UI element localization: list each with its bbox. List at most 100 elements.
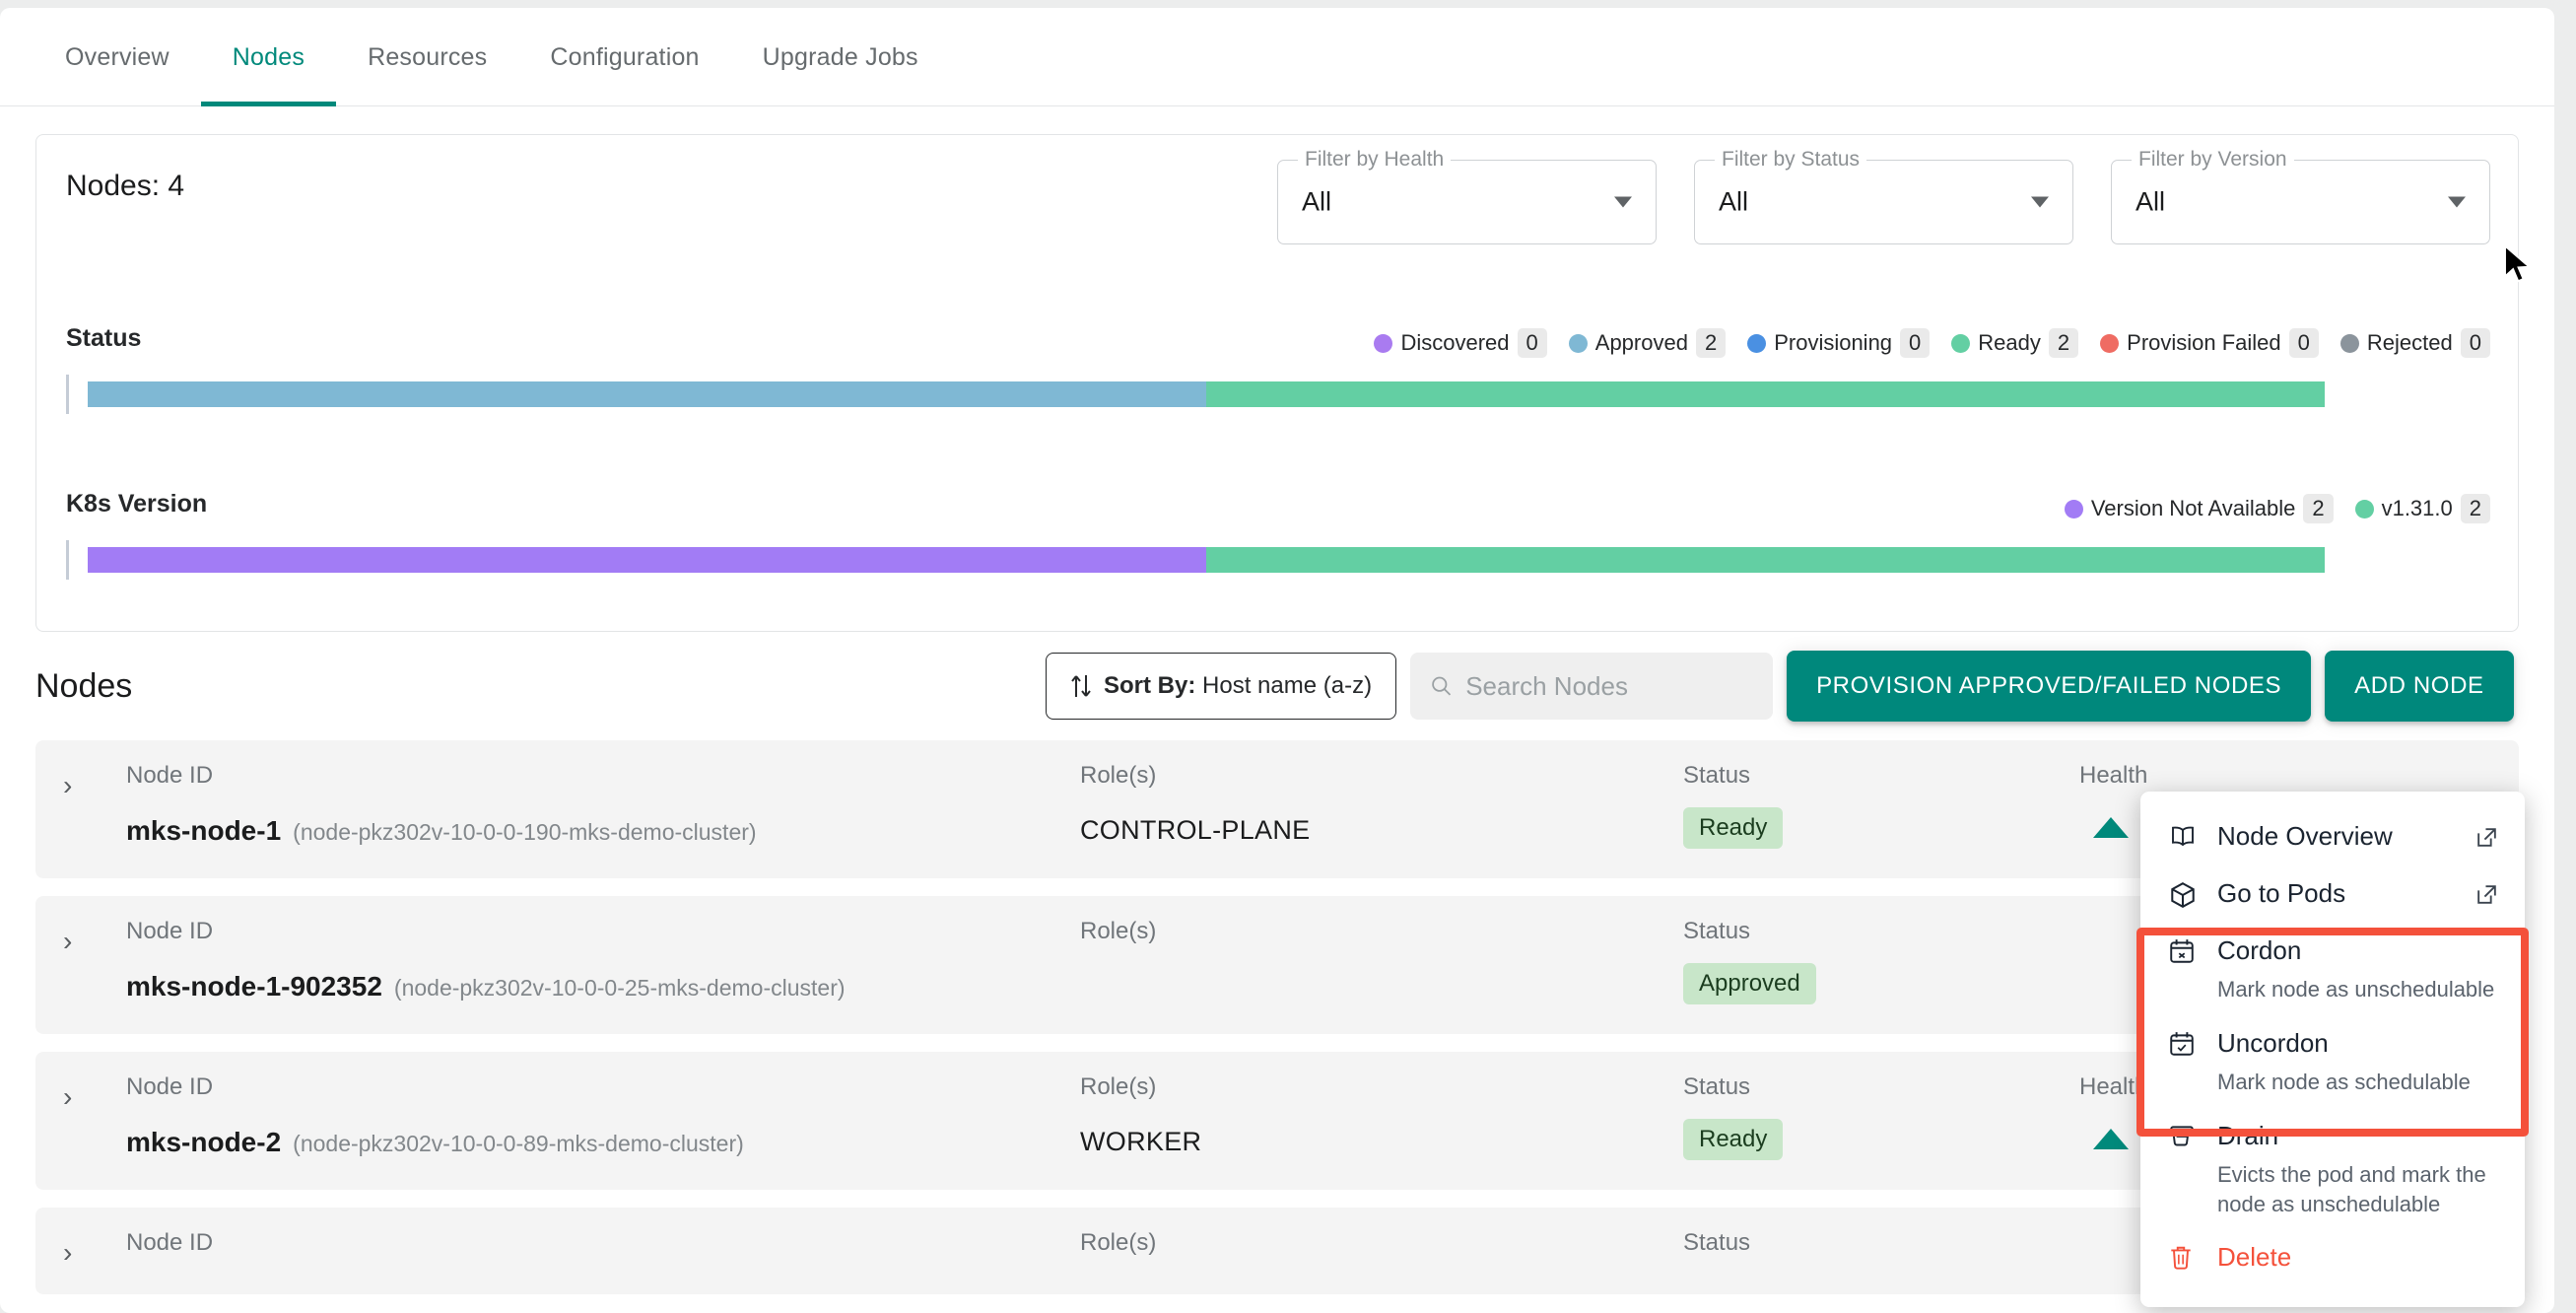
legend-item[interactable]: Provision Failed 0	[2100, 328, 2319, 358]
legend-count: 0	[2460, 328, 2490, 358]
legend-dot-rejected	[2339, 333, 2359, 353]
node-host: (node-pkz302v-10-0-0-25-mks-demo-cluster…	[393, 975, 846, 1001]
chevron-right-icon[interactable]: ›	[63, 1083, 72, 1111]
menu-item-label: Uncordon	[2217, 1027, 2329, 1058]
nodes-count: Nodes: 4	[66, 170, 185, 202]
menu-item-node-overview[interactable]: Node Overview	[2140, 809, 2525, 866]
legend-dot-discovered	[1374, 333, 1393, 353]
node-role: WORKER	[1080, 1127, 1202, 1156]
node-health-cell: Health	[2079, 762, 2147, 838]
search-box[interactable]	[1410, 653, 1774, 720]
menu-item-label: Drain	[2217, 1120, 2279, 1150]
filter-health-value: All	[1302, 186, 1332, 217]
node-id-cell: Node ID mks-node-1-902352 (node-pkz302v-1…	[126, 918, 846, 1002]
tab-nodes[interactable]: Nodes	[200, 8, 337, 106]
column-header-roles: Role(s)	[1080, 762, 1157, 789]
status-badge: Ready	[1683, 1119, 1784, 1160]
menu-item-uncordon[interactable]: Uncordon Mark node as schedulable	[2140, 1016, 2525, 1109]
search-input[interactable]	[1465, 670, 1754, 702]
menu-item-delete[interactable]: Delete	[2140, 1230, 2525, 1284]
book-icon	[2168, 823, 2202, 851]
legend-dot-version-not-available	[2064, 499, 2083, 518]
column-header-node-id: Node ID	[126, 1229, 214, 1256]
menu-item-cordon[interactable]: Cordon Mark node as unschedulable	[2140, 924, 2525, 1016]
bar-track	[88, 547, 2325, 573]
search-icon	[1432, 676, 1452, 696]
legend-item[interactable]: Approved 2	[1568, 328, 1727, 358]
node-id-cell: Node ID	[126, 1229, 213, 1257]
legend-count: 0	[2288, 328, 2319, 358]
column-header-roles: Role(s)	[1080, 1073, 1157, 1100]
calendar-check-icon	[2168, 1030, 2202, 1058]
legend-item[interactable]: v1.31.0 2	[2354, 494, 2490, 523]
legend-dot-approved	[1568, 333, 1588, 353]
node-role: CONTROL-PLANE	[1080, 815, 1311, 845]
node-health-cell: Health	[2079, 1073, 2147, 1149]
legend-item[interactable]: Discovered 0	[1374, 328, 1547, 358]
menu-item-description: Mark node as unschedulable	[2217, 977, 2495, 1002]
legend-count: 2	[2048, 328, 2079, 358]
filter-status-value: All	[1719, 186, 1749, 217]
tab-label: Overview	[65, 42, 169, 71]
mouse-cursor	[2503, 243, 2533, 291]
column-header-roles: Role(s)	[1080, 1229, 1157, 1256]
node-role-cell: Role(s)	[1080, 918, 1156, 971]
legend-dot-provision-failed	[2100, 333, 2120, 353]
node-id-cell: Node ID mks-node-2 (node-pkz302v-10-0-0-8…	[126, 1073, 744, 1158]
external-link-icon	[2474, 882, 2499, 912]
chevron-right-icon[interactable]: ›	[63, 928, 72, 955]
legend-item[interactable]: Ready 2	[1951, 328, 2079, 358]
nodes-toolbar: Sort By: Host name (a-z) PROVISION APPRO…	[1046, 651, 2514, 722]
bar-axis	[66, 375, 69, 414]
tab-overview[interactable]: Overview	[34, 8, 201, 106]
filter-by-health[interactable]: Filter by Health All	[1277, 148, 1657, 244]
node-role-cell: Role(s)	[1080, 1229, 1156, 1257]
filter-by-version[interactable]: Filter by Version All	[2111, 148, 2490, 244]
status-distribution: Status Discovered 0 Approved 2 Provision…	[36, 324, 2518, 414]
add-node-button[interactable]: ADD NODE	[2325, 651, 2514, 722]
sort-prefix: Sort By:	[1104, 672, 1196, 699]
column-header-health: Health	[2079, 1073, 2148, 1100]
tab-label: Nodes	[232, 42, 305, 71]
legend-label: Provisioning	[1774, 330, 1893, 355]
legend-count: 0	[1517, 328, 1547, 358]
chevron-down-icon	[2448, 196, 2466, 208]
trash-icon	[2168, 1244, 2202, 1272]
chevron-right-icon[interactable]: ›	[63, 772, 72, 799]
tab-configuration[interactable]: Configuration	[518, 8, 730, 106]
tab-label: Resources	[368, 42, 488, 71]
node-actions-menu: Node Overview Go to Pods Cordon Mark nod…	[2140, 792, 2525, 1307]
sort-value: Host name (a-z)	[1202, 672, 1373, 699]
menu-item-go-to-pods[interactable]: Go to Pods	[2140, 866, 2525, 924]
chevron-down-icon	[2031, 196, 2049, 208]
column-header-status: Status	[1683, 1073, 1751, 1100]
menu-item-label: Cordon	[2217, 935, 2302, 965]
legend-item[interactable]: Provisioning 0	[1747, 328, 1931, 358]
main-tabs: Overview Nodes Resources Configuration U…	[0, 8, 2554, 106]
tab-resources[interactable]: Resources	[336, 8, 518, 106]
node-name: mks-node-1	[126, 815, 282, 846]
calendar-x-icon	[2168, 937, 2202, 965]
provision-nodes-button[interactable]: PROVISION APPROVED/FAILED NODES	[1787, 651, 2312, 722]
menu-item-description: Mark node as schedulable	[2217, 1070, 2471, 1095]
health-up-icon	[2093, 1129, 2129, 1149]
node-status-cell: Status	[1683, 1229, 1750, 1257]
legend-count: 2	[2303, 494, 2334, 523]
menu-item-label: Node Overview	[2217, 821, 2393, 851]
column-header-node-id: Node ID	[126, 1073, 214, 1100]
sort-icon	[1071, 675, 1091, 697]
chevron-down-icon	[1614, 196, 1632, 208]
filter-by-status[interactable]: Filter by Status All	[1694, 148, 2073, 244]
legend-label: v1.31.0	[2381, 496, 2453, 520]
menu-item-drain[interactable]: Drain Evicts the pod and mark the node a…	[2140, 1109, 2525, 1231]
legend-count: 2	[2460, 494, 2490, 523]
column-header-status: Status	[1683, 918, 1751, 944]
legend-item[interactable]: Version Not Available 2	[2064, 494, 2334, 523]
sort-by-button[interactable]: Sort By: Host name (a-z)	[1046, 653, 1397, 720]
chevron-right-icon[interactable]: ›	[63, 1239, 72, 1267]
legend-item[interactable]: Rejected 0	[2339, 328, 2490, 358]
legend-label: Version Not Available	[2090, 496, 2296, 520]
tab-upgrade-jobs[interactable]: Upgrade Jobs	[731, 8, 950, 106]
node-id-cell: Node ID mks-node-1 (node-pkz302v-10-0-0-1…	[126, 762, 757, 847]
cluster-detail-page: Overview Nodes Resources Configuration U…	[0, 8, 2554, 1313]
